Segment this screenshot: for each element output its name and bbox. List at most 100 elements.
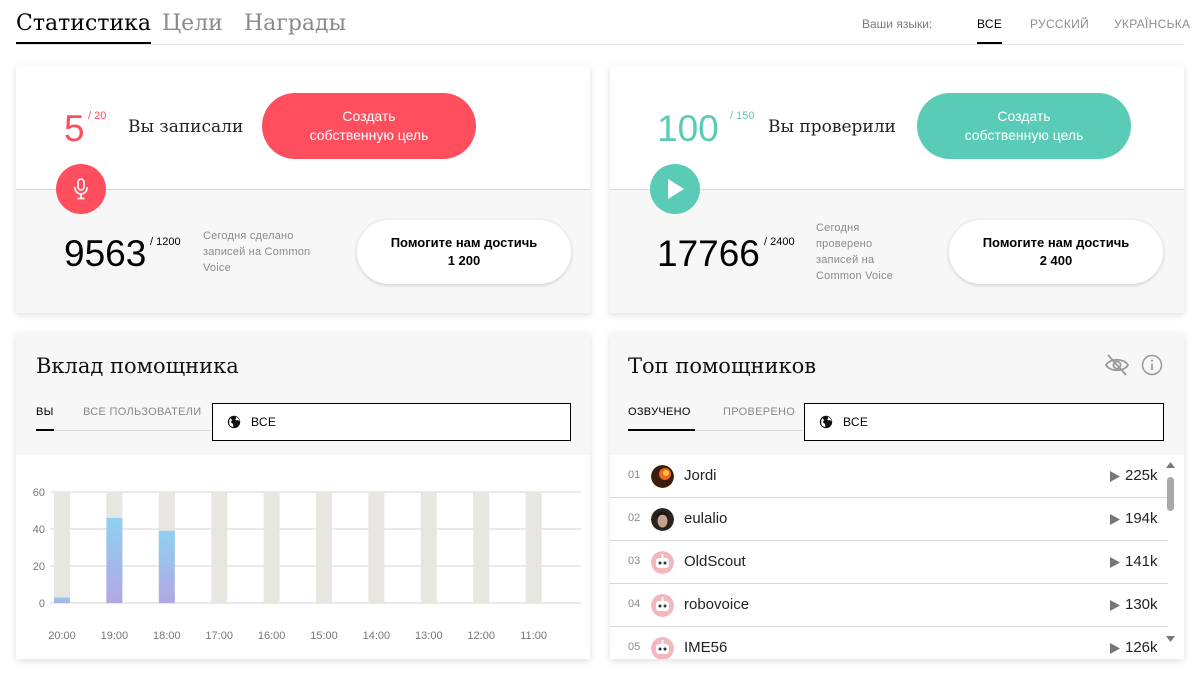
leaderboard-username[interactable]: robovoice — [684, 596, 749, 613]
tab-awards[interactable]: Награды — [244, 11, 346, 36]
validated-stats-card: 100 / 150 Вы проверили Создать собственну… — [610, 66, 1184, 313]
globe-icon — [819, 415, 833, 429]
tab-statistics[interactable]: Статистика — [16, 11, 151, 45]
recorded-count: 5 — [64, 108, 85, 149]
contribution-chart-area: 0 20 40 60 20:00 19:00 18:00 17:00 16:00 15:00 14… — [16, 455, 590, 659]
leaderboard-username[interactable]: Jordi — [684, 467, 717, 484]
language-ukrainian[interactable]: УКРАЇНСЬКА — [1114, 17, 1190, 31]
create-record-goal-button[interactable]: Создать собственную цель — [262, 93, 476, 159]
language-russian[interactable]: РУССКИЙ — [1030, 17, 1089, 31]
chart-bar-track — [420, 492, 437, 603]
play-icon[interactable] — [1110, 557, 1120, 568]
leaderboard-list[interactable]: 01 Jordi 225k 02 eulalio 194k 03 OldScou… — [610, 455, 1184, 659]
tab-you[interactable]: ВЫ — [36, 406, 54, 418]
subtab-active-underline — [628, 429, 695, 431]
play-icon[interactable] — [1110, 471, 1120, 482]
play-icon — [668, 179, 684, 199]
scroll-up-icon[interactable] — [1166, 461, 1175, 469]
leaderboard-rank: 01 — [628, 469, 641, 481]
leaderboard-card: Топ помощников ОЗВУЧЕНО ПРОВЕРЕНО ВСЕ 01… — [610, 333, 1184, 659]
chart-bar-track — [263, 492, 280, 603]
leaderboard-row[interactable]: 05 IME56 126k — [610, 627, 1168, 659]
language-all[interactable]: ВСЕ — [977, 17, 1003, 44]
tab-goals[interactable]: Цели — [162, 11, 223, 36]
validated-today-note: Сегодня проверено записей на Common Voic… — [816, 220, 893, 284]
leaderboard-language-select[interactable]: ВСЕ — [804, 403, 1164, 441]
subtab-underline — [36, 430, 210, 431]
hide-visibility-icon[interactable] — [1104, 353, 1130, 377]
tab-all-users[interactable]: ВСЕ ПОЛЬЗОВАТЕЛИ — [83, 406, 201, 418]
record-button[interactable] — [56, 164, 106, 214]
chart-bar-track — [473, 492, 490, 603]
leaderboard-username[interactable]: OldScout — [684, 553, 746, 570]
note-line: Сегодня сделано — [203, 230, 294, 242]
play-icon[interactable] — [1110, 643, 1120, 654]
chart-y-tick-label: 0 — [39, 598, 45, 610]
play-icon[interactable] — [1110, 600, 1120, 611]
chart-bar — [54, 597, 70, 603]
chart-x-tick-label: 12:00 — [467, 630, 495, 642]
chart-x-tick-label: 15:00 — [310, 630, 338, 642]
leaderboard-rank: 02 — [628, 512, 641, 524]
tab-validated[interactable]: ПРОВЕРЕНО — [723, 406, 795, 418]
leaderboard-scrollbar[interactable] — [1166, 455, 1175, 659]
leaderboard-count: 130k — [1125, 596, 1158, 613]
leaderboard-row[interactable]: 03 OldScout 141k — [610, 541, 1168, 584]
chart-bar-track — [54, 492, 70, 603]
leaderboard-count: 194k — [1125, 510, 1158, 527]
chart-x-tick-label: 14:00 — [363, 630, 391, 642]
contribution-title: Вклад помощника — [36, 354, 239, 378]
scrollbar-thumb[interactable] — [1167, 477, 1174, 511]
subtab-active-underline — [36, 429, 54, 431]
validated-goal: / 150 — [730, 110, 755, 122]
tab-recorded[interactable]: ОЗВУЧЕНО — [628, 406, 691, 418]
validate-button[interactable] — [650, 164, 700, 214]
leaderboard-count: 141k — [1125, 553, 1158, 570]
chart-bar — [106, 517, 123, 603]
chart-bar-track — [525, 492, 542, 603]
recorded-label: Вы записали — [128, 117, 244, 137]
chart-x-tick-label: 20:00 — [48, 630, 76, 642]
chart-x-tick-label: 11:00 — [520, 630, 547, 642]
note-line: Common Voice — [816, 270, 893, 282]
avatar — [651, 508, 674, 531]
chart-x-tick-label: 18:00 — [153, 630, 181, 642]
chart-x-tick-label: 13:00 — [415, 630, 443, 642]
help-line1: Помогите нам достичь — [390, 235, 538, 250]
globe-icon — [227, 415, 241, 429]
chart-y-tick-label: 60 — [33, 487, 45, 499]
leaderboard-row[interactable]: 02 eulalio 194k — [610, 498, 1168, 541]
leaderboard-title: Топ помощников — [628, 354, 817, 378]
help-record-goal-button[interactable]: Помогите нам достичь 1 200 — [357, 220, 571, 284]
create-goal-line1: Создать — [997, 108, 1051, 124]
chart-x-tick-label: 16:00 — [258, 630, 286, 642]
leaderboard-count: 225k — [1125, 467, 1158, 484]
chart-y-tick-label: 40 — [33, 524, 45, 536]
leaderboard-count: 126k — [1125, 639, 1158, 656]
validated-today-total: 17766 — [657, 233, 760, 274]
leaderboard-username[interactable]: IME56 — [684, 639, 727, 656]
languages-label: Ваши языки: — [862, 17, 933, 31]
leaderboard-row[interactable]: 04 robovoice 130k — [610, 584, 1168, 627]
create-validate-goal-button[interactable]: Создать собственную цель — [917, 93, 1131, 159]
note-line: записей на Common — [203, 246, 311, 258]
avatar — [651, 594, 674, 617]
chart-x-tick-label: 17:00 — [205, 630, 233, 642]
microphone-icon — [74, 178, 88, 200]
leaderboard-username[interactable]: eulalio — [684, 510, 727, 527]
avatar — [651, 465, 674, 488]
contribution-language-select[interactable]: ВСЕ — [212, 403, 571, 441]
create-goal-line2: собственную цель — [309, 127, 429, 143]
contribution-select-value: ВСЕ — [251, 415, 277, 429]
note-line: записей на — [816, 254, 875, 266]
leaderboard-rank: 04 — [628, 598, 641, 610]
leaderboard-rank: 03 — [628, 555, 641, 567]
help-validate-goal-button[interactable]: Помогите нам достичь 2 400 — [949, 220, 1163, 284]
leaderboard-row[interactable]: 01 Jordi 225k — [610, 455, 1168, 498]
nav-divider — [16, 44, 1184, 45]
scroll-down-icon[interactable] — [1166, 635, 1175, 643]
info-icon[interactable] — [1141, 354, 1163, 376]
play-icon[interactable] — [1110, 514, 1120, 525]
recorded-today-total: 9563 — [64, 233, 147, 274]
validated-label: Вы проверили — [768, 117, 896, 137]
